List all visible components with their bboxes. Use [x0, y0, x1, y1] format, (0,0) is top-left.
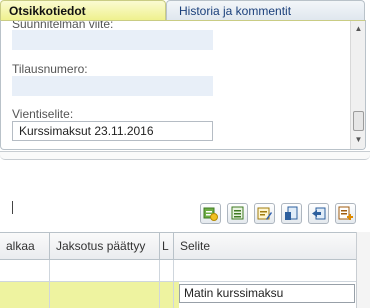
- grid-scrollbar[interactable]: [356, 232, 370, 308]
- add-row-button[interactable]: [200, 203, 221, 224]
- vientiselite-label: Vientiselite:: [12, 107, 74, 121]
- grid-cell-divider: [159, 282, 160, 308]
- suunnitelman-viite-field[interactable]: [12, 30, 213, 50]
- split-row-button[interactable]: [281, 203, 302, 224]
- column-header-selite[interactable]: Selite: [174, 233, 356, 259]
- copy-row-icon: [231, 206, 244, 220]
- scroll-up-icon[interactable]: ▲: [351, 21, 365, 37]
- grid-header: alkaa Jaksotus päättyy L Selite: [0, 232, 356, 260]
- edit-row-button[interactable]: [254, 203, 275, 224]
- column-header-l[interactable]: L: [160, 233, 174, 259]
- column-header-alkaa[interactable]: alkaa: [0, 233, 50, 259]
- text-cursor: [12, 201, 13, 214]
- copy-row-button[interactable]: [227, 203, 248, 224]
- grid-cell-divider: [159, 260, 160, 281]
- table-row-selected[interactable]: [0, 282, 179, 308]
- header-details-panel: Suunnitelman viite: Tilausnumero: Vienti…: [0, 20, 366, 150]
- vientiselite-field[interactable]: Kurssimaksut 23.11.2016: [12, 121, 213, 141]
- import-row-icon: [312, 207, 326, 220]
- add-dimension-button[interactable]: [335, 203, 356, 224]
- tilausnumero-field[interactable]: [12, 76, 213, 96]
- grid-cell-divider: [49, 282, 50, 308]
- tab-otsikkotiedot[interactable]: Otsikkotiedot: [0, 0, 166, 21]
- section-divider: [0, 151, 370, 160]
- table-row[interactable]: [0, 260, 356, 282]
- grid-cell-divider: [173, 282, 174, 308]
- column-header-jaksotus-paattyy[interactable]: Jaksotus päättyy: [50, 233, 160, 259]
- scroll-thumb[interactable]: [353, 111, 364, 131]
- edit-row-icon: [257, 207, 272, 220]
- add-dimension-icon: [338, 206, 353, 220]
- selite-edit-field[interactable]: Matin kurssimaksu: [179, 284, 355, 303]
- grid-cell-divider: [173, 260, 174, 281]
- grid-cell-divider: [49, 260, 50, 281]
- tilausnumero-label: Tilausnumero:: [12, 62, 88, 76]
- split-row-icon: [285, 206, 298, 220]
- panel-scrollbar[interactable]: ▲ ▼: [350, 21, 365, 149]
- scroll-down-icon[interactable]: ▼: [351, 132, 365, 148]
- add-row-icon: [203, 207, 218, 221]
- tab-historia-ja-kommentit[interactable]: Historia ja kommentit: [166, 0, 365, 21]
- import-row-button[interactable]: [308, 203, 329, 224]
